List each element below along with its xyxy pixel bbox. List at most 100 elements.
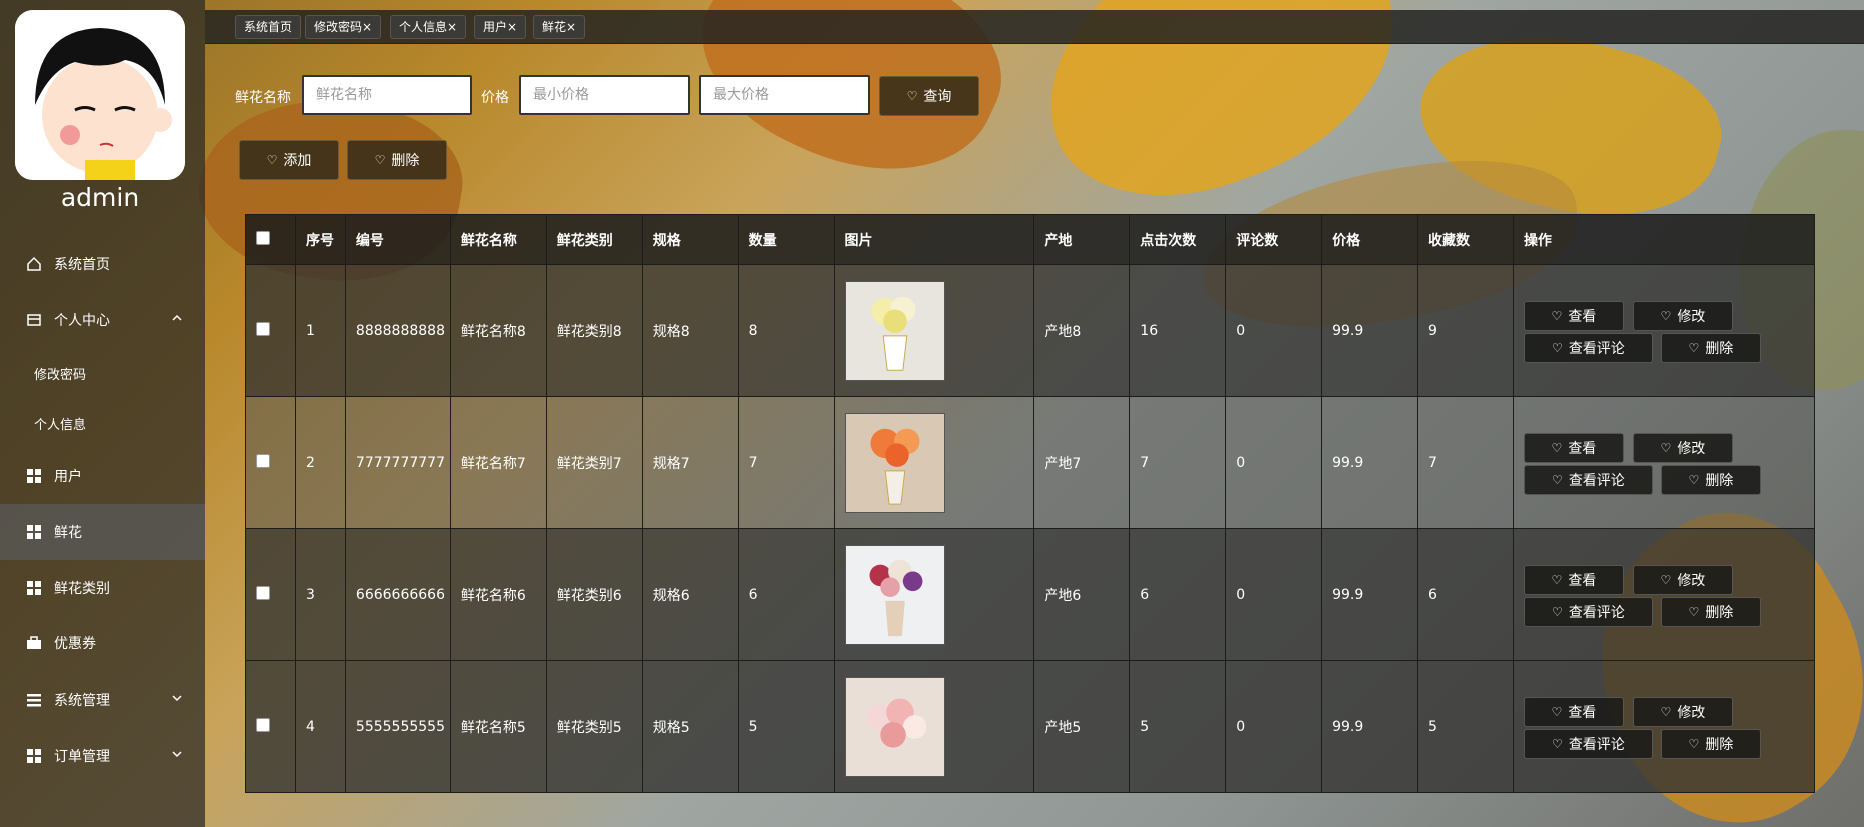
heart-icon: ♡ xyxy=(1660,440,1672,455)
edit-button[interactable]: ♡ 修改 xyxy=(1632,696,1733,727)
nav-profile-center[interactable]: 个人中心 xyxy=(0,292,205,348)
edit-label: 修改 xyxy=(1677,440,1706,457)
home-icon xyxy=(26,256,42,272)
col-header: 编号 xyxy=(344,214,451,265)
row-delete-button[interactable]: ♡ 删除 xyxy=(1660,728,1761,759)
cell-index: 3 xyxy=(294,528,346,661)
cell-comments: 0 xyxy=(1225,264,1323,397)
row-delete-button[interactable]: ♡ 删除 xyxy=(1660,332,1761,363)
row-actions: ♡ 查看 ♡ 修改 ♡ 查看评论 ♡ 删除 xyxy=(1523,563,1784,627)
row-actions: ♡ 查看 ♡ 修改 ♡ 查看评论 ♡ 删除 xyxy=(1523,695,1784,759)
cell-category: 鲜花类别6 xyxy=(545,528,643,661)
nav-home[interactable]: 系统首页 xyxy=(0,236,205,292)
flower-image[interactable] xyxy=(844,412,945,513)
nav-order-management-label: 订单管理 xyxy=(54,749,110,765)
list-icon xyxy=(26,692,42,708)
nav-change-password[interactable]: 修改密码 xyxy=(0,350,205,396)
cell-qty: 7 xyxy=(737,396,835,529)
chevron-down-icon xyxy=(171,748,183,764)
add-button[interactable]: ♡ 添加 xyxy=(239,140,339,180)
row-delete-button[interactable]: ♡ 删除 xyxy=(1660,596,1761,627)
heart-icon: ♡ xyxy=(1660,704,1672,719)
nav-users[interactable]: 用户 xyxy=(0,448,205,504)
select-all-checkbox[interactable] xyxy=(256,230,270,245)
col-header: 产地 xyxy=(1033,214,1131,265)
cell-code: 6666666666 xyxy=(344,528,451,661)
row-delete-button[interactable]: ♡ 删除 xyxy=(1660,464,1761,495)
cell-code: 8888888888 xyxy=(344,264,451,397)
profile-icon xyxy=(26,312,42,328)
nav-order-management[interactable]: 订单管理 xyxy=(0,728,205,784)
grid-icon xyxy=(26,524,42,540)
nav-flower-category[interactable]: 鲜花类别 xyxy=(0,560,205,616)
cell-spec: 规格6 xyxy=(641,528,739,661)
view-comments-button[interactable]: ♡ 查看评论 xyxy=(1523,728,1653,759)
min-price-input[interactable]: 最小价格 xyxy=(519,75,690,115)
sidebar: admin 系统首页 个人中心 修改密码 个人信息 用户 鲜花 鲜花类别 优惠券… xyxy=(0,0,205,827)
view-comments-label: 查看评论 xyxy=(1568,736,1625,753)
heart-icon: ♡ xyxy=(1688,736,1700,751)
table-row: 4 5555555555 鲜花名称5 鲜花类别5 规格5 5 产地5 5 0 9… xyxy=(245,660,1816,793)
row-checkbox[interactable] xyxy=(256,585,270,600)
flower-image[interactable] xyxy=(844,280,945,381)
grid-icon xyxy=(26,580,42,596)
edit-button[interactable]: ♡ 修改 xyxy=(1632,432,1733,463)
tab-personal-info[interactable]: 个人信息× xyxy=(390,15,467,39)
view-button[interactable]: ♡ 查看 xyxy=(1523,300,1624,331)
cell-qty: 5 xyxy=(737,660,835,793)
tabs-bar: 系统首页 修改密码× 个人信息× 用户× 鲜花× xyxy=(205,10,1864,44)
select-all-cell[interactable] xyxy=(245,214,296,265)
nav-home-label: 系统首页 xyxy=(54,257,110,273)
edit-label: 修改 xyxy=(1677,704,1706,721)
row-checkbox[interactable] xyxy=(256,321,270,336)
grid-icon xyxy=(26,748,42,764)
nav-change-password-label: 修改密码 xyxy=(34,367,87,383)
price-label: 价格 xyxy=(481,90,509,106)
flower-name-input[interactable]: 鲜花名称 xyxy=(302,75,472,115)
cell-comments: 0 xyxy=(1225,660,1323,793)
cell-qty: 6 xyxy=(737,528,835,661)
tab-flowers[interactable]: 鲜花× xyxy=(533,15,586,39)
col-header: 数量 xyxy=(737,214,835,265)
row-delete-label: 删除 xyxy=(1705,340,1734,357)
nav-coupons[interactable]: 优惠券 xyxy=(0,615,205,671)
col-header: 价格 xyxy=(1321,214,1419,265)
view-button[interactable]: ♡ 查看 xyxy=(1523,432,1624,463)
query-button[interactable]: ♡ 查询 xyxy=(879,76,979,116)
view-button[interactable]: ♡ 查看 xyxy=(1523,696,1624,727)
row-checkbox[interactable] xyxy=(256,717,270,732)
nav-system-management[interactable]: 系统管理 xyxy=(0,672,205,728)
cell-price: 99.9 xyxy=(1321,660,1419,793)
view-comments-button[interactable]: ♡ 查看评论 xyxy=(1523,332,1653,363)
heart-icon: ♡ xyxy=(1551,572,1563,587)
view-label: 查看 xyxy=(1568,572,1597,589)
tab-home[interactable]: 系统首页 xyxy=(235,15,302,39)
avatar[interactable] xyxy=(15,10,185,180)
cell-favorites: 6 xyxy=(1417,528,1514,661)
heart-icon: ♡ xyxy=(1660,308,1672,323)
heart-icon: ♡ xyxy=(1551,440,1563,455)
nav-personal-info[interactable]: 个人信息 xyxy=(0,400,205,446)
cell-clicks: 16 xyxy=(1129,264,1227,397)
max-price-input[interactable]: 最大价格 xyxy=(699,75,870,115)
cell-name: 鲜花名称8 xyxy=(449,264,547,397)
nav-flower-category-label: 鲜花类别 xyxy=(54,581,110,597)
tab-users[interactable]: 用户× xyxy=(474,15,527,39)
edit-button[interactable]: ♡ 修改 xyxy=(1632,564,1733,595)
cell-comments: 0 xyxy=(1225,528,1323,661)
flower-image[interactable] xyxy=(844,676,945,777)
view-comments-button[interactable]: ♡ 查看评论 xyxy=(1523,596,1653,627)
nav-system-management-label: 系统管理 xyxy=(54,693,110,709)
edit-button[interactable]: ♡ 修改 xyxy=(1632,300,1733,331)
tab-change-password[interactable]: 修改密码× xyxy=(305,15,382,39)
heart-icon: ♡ xyxy=(1688,604,1700,619)
view-comments-button[interactable]: ♡ 查看评论 xyxy=(1523,464,1653,495)
nav-flowers[interactable]: 鲜花 xyxy=(0,504,205,560)
delete-button[interactable]: ♡ 删除 xyxy=(347,140,447,180)
view-button[interactable]: ♡ 查看 xyxy=(1523,564,1624,595)
heart-icon: ♡ xyxy=(1551,704,1563,719)
row-checkbox[interactable] xyxy=(256,453,270,468)
heart-icon: ♡ xyxy=(1552,604,1563,619)
flower-image[interactable] xyxy=(844,544,945,645)
table-row: 2 7777777777 鲜花名称7 鲜花类别7 规格7 7 产地7 7 0 9… xyxy=(245,396,1816,529)
